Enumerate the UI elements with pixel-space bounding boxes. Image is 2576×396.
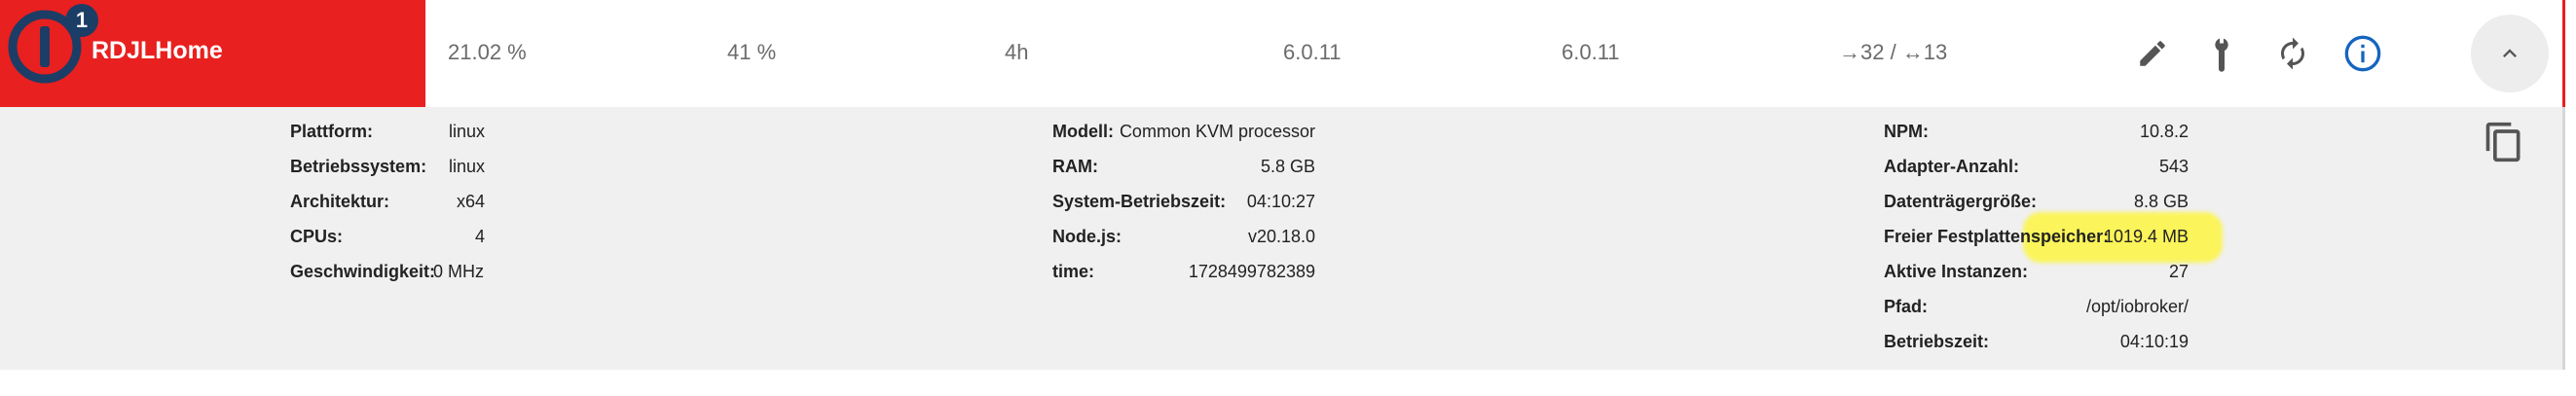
detail-label: NPM: <box>1884 122 1929 141</box>
detail-row: time: 1728499782389 <box>1052 254 1315 289</box>
events-counter: →32 / ↔13 <box>1839 40 1948 64</box>
detail-row: Node.js: v20.18.0 <box>1052 219 1315 254</box>
chevron-up-icon <box>2503 49 2517 57</box>
detail-value: 10.8.2 <box>2139 122 2189 141</box>
detail-value: 543 <box>2158 157 2189 176</box>
detail-label: Modell: <box>1052 122 1114 141</box>
detail-row: RAM: 5.8 GB <box>1052 149 1315 184</box>
detail-row: Aktive Instanzen: 27 <box>1884 254 2189 289</box>
settings-button[interactable] <box>2197 29 2246 78</box>
detail-row: Freier Festplattenspeicher: 1019.4 MB <box>1884 219 2189 254</box>
detail-label: Architektur: <box>290 192 390 211</box>
host-details-panel: Plattform: linux Betriebssystem: linux A… <box>0 107 2562 370</box>
host-header: 1 RDJLHome 21.02 % 41 % 4h 6.0.11 6.0.11… <box>0 0 2576 107</box>
detail-label: RAM: <box>1052 157 1098 176</box>
detail-value: 1728499782389 <box>1188 262 1315 281</box>
detail-row: Architektur: x64 <box>290 184 485 219</box>
detail-value: 5.8 GB <box>1260 157 1315 176</box>
detail-value: 27 <box>2168 262 2189 281</box>
detail-value: linux <box>448 122 485 141</box>
host-card: 1 RDJLHome 21.02 % 41 % 4h 6.0.11 6.0.11… <box>0 0 2576 396</box>
copy-button[interactable] <box>2483 121 2525 163</box>
edit-button[interactable] <box>2128 29 2177 78</box>
detail-label: Datenträgergröße: <box>1884 192 2038 211</box>
memory-usage: 41 % <box>727 40 777 64</box>
detail-value: linux <box>448 157 485 176</box>
detail-value: 04:10:27 <box>1246 192 1315 211</box>
detail-row: Pfad: /opt/iobroker/ <box>1884 289 2189 324</box>
uptime: 4h <box>1005 40 1029 64</box>
detail-value: 4 <box>474 227 485 246</box>
detail-label: Pfad: <box>1884 297 1928 316</box>
host-name: RDJLHome <box>92 37 223 64</box>
notification-badge: 1 <box>65 4 98 37</box>
detail-value: x64 <box>456 192 485 211</box>
detail-label: CPUs: <box>290 227 344 246</box>
cpu-usage: 21.02 % <box>448 40 527 64</box>
detail-row: Plattform: linux <box>290 114 485 149</box>
detail-label: Aktive Instanzen: <box>1884 262 2029 281</box>
detail-value: 8.8 GB <box>2133 192 2189 211</box>
installed-version: 6.0.11 <box>1283 40 1342 64</box>
detail-label: Betriebszeit: <box>1884 332 1990 351</box>
detail-label: Freier Festplattenspeicher: <box>1884 227 2110 246</box>
detail-row: Geschwindigkeit: 0 MHz <box>290 254 485 289</box>
card-edge <box>2562 107 2565 370</box>
restart-button[interactable] <box>2268 29 2317 78</box>
info-button[interactable] <box>2338 29 2387 78</box>
detail-value: 04:10:19 <box>2119 332 2189 351</box>
detail-row: NPM: 10.8.2 <box>1884 114 2189 149</box>
detail-label: Geschwindigkeit: <box>290 262 436 281</box>
refresh-icon <box>2281 37 2304 70</box>
detail-row: Adapter-Anzahl: 543 <box>1884 149 2189 184</box>
card-edge-accent <box>2562 0 2565 107</box>
detail-label: time: <box>1052 262 1095 281</box>
info-icon <box>2344 35 2381 72</box>
detail-row: Betriebssystem: linux <box>290 149 485 184</box>
detail-value: v20.18.0 <box>1247 227 1315 246</box>
detail-value: 0 MHz <box>433 262 485 281</box>
detail-value: Common KVM processor <box>1119 122 1315 141</box>
detail-label: Adapter-Anzahl: <box>1884 157 2019 176</box>
available-version: 6.0.11 <box>1562 40 1620 64</box>
detail-row: Betriebszeit: 04:10:19 <box>1884 324 2189 359</box>
detail-row: CPUs: 4 <box>290 219 485 254</box>
detail-label: Node.js: <box>1052 227 1122 246</box>
detail-row: Modell: Common KVM processor <box>1052 114 1315 149</box>
detail-row: Datenträgergröße: 8.8 GB <box>1884 184 2189 219</box>
host-title-block[interactable]: 1 RDJLHome <box>0 0 425 107</box>
detail-label: System-Betriebszeit: <box>1052 192 1227 211</box>
collapse-button[interactable] <box>2471 15 2549 92</box>
edit-icon <box>2140 41 2165 66</box>
detail-label: Betriebssystem: <box>290 157 427 176</box>
copy-icon <box>2485 122 2521 162</box>
detail-value: /opt/iobroker/ <box>2085 297 2189 316</box>
detail-label: Plattform: <box>290 122 373 141</box>
wrench-icon <box>2215 36 2228 72</box>
detail-value: 1019.4 MB <box>2103 227 2189 246</box>
detail-row: System-Betriebszeit: 04:10:27 <box>1052 184 1315 219</box>
